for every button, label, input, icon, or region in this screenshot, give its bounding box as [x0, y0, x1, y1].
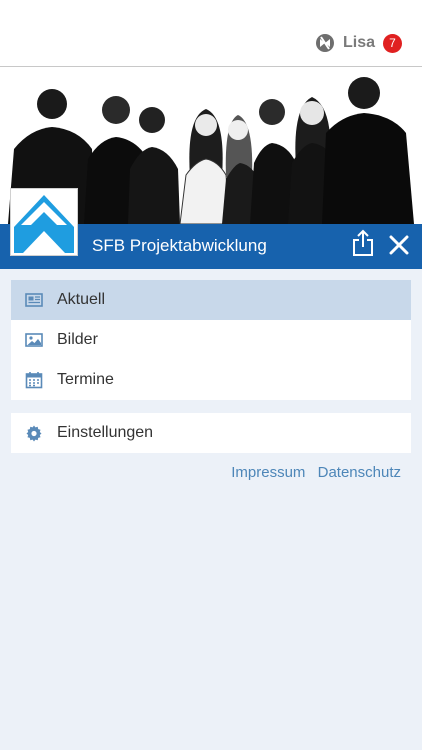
top-bar: Lisa 7 — [0, 0, 422, 67]
share-icon[interactable] — [351, 229, 375, 257]
company-logo-mark — [11, 189, 77, 255]
user-menu[interactable]: Lisa 7 — [315, 32, 402, 54]
main-menu: Aktuell Bilder Termine — [11, 280, 411, 400]
calendar-icon — [25, 372, 43, 389]
menu-item-bilder[interactable]: Bilder — [11, 320, 411, 360]
menu-item-label: Bilder — [57, 331, 98, 348]
page-title: SFB Projektabwicklung — [92, 236, 267, 255]
menu-item-einstellungen[interactable]: Einstellungen — [11, 413, 411, 453]
menu-item-aktuell[interactable]: Aktuell — [11, 280, 411, 320]
menu-item-termine[interactable]: Termine — [11, 360, 411, 400]
company-logo — [10, 188, 78, 256]
image-icon — [25, 333, 43, 347]
menu-item-label: Einstellungen — [57, 424, 154, 441]
footer-links: Impressum Datenschutz — [223, 464, 401, 481]
impressum-link[interactable]: Impressum — [231, 464, 305, 481]
menu-item-label: Aktuell — [57, 291, 106, 308]
close-icon[interactable] — [388, 234, 410, 256]
datenschutz-link[interactable]: Datenschutz — [318, 464, 401, 481]
newspaper-icon — [25, 293, 43, 307]
user-logo-icon — [315, 34, 334, 52]
menu-item-label: Termine — [57, 371, 114, 388]
notification-badge[interactable]: 7 — [383, 33, 402, 53]
gear-icon — [26, 425, 42, 442]
settings-menu: Einstellungen — [11, 413, 411, 453]
user-name[interactable]: Lisa — [343, 34, 375, 52]
